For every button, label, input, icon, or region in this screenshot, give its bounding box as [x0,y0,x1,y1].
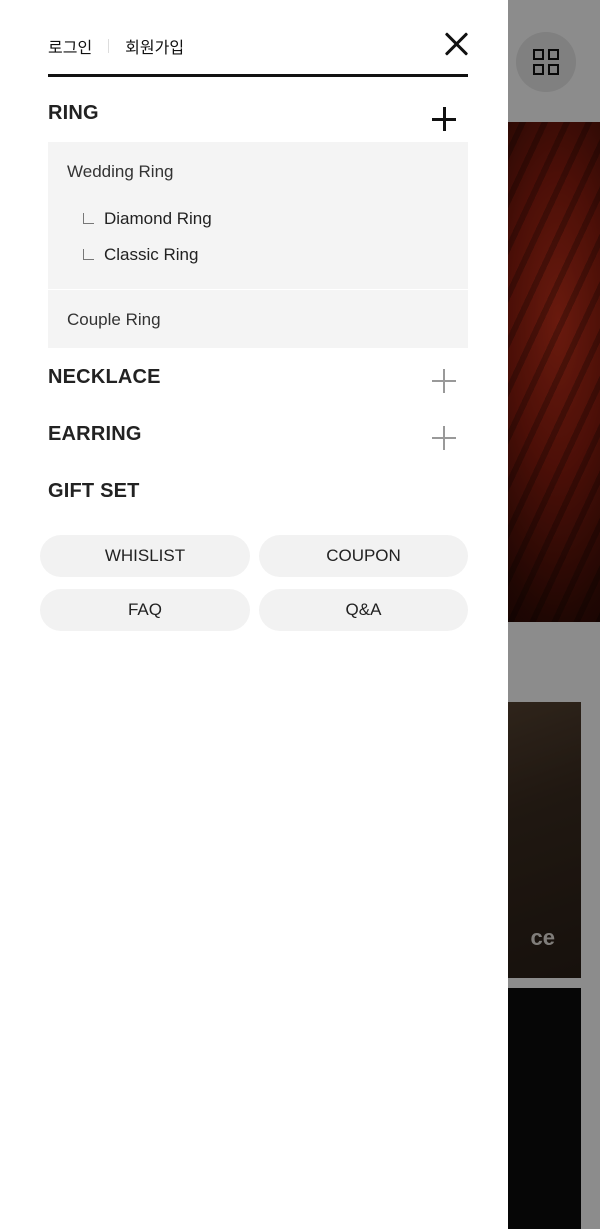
login-link[interactable]: 로그인 [48,34,92,58]
coupon-button[interactable]: COUPON [259,535,468,577]
child-label: Classic Ring [104,245,199,264]
menu-necklace-label: NECKLACE [48,366,161,388]
signup-link[interactable]: 회원가입 [125,34,184,58]
submenu-couple-ring: Couple Ring [48,290,468,348]
menu-earring-label: EARRING [48,423,142,445]
submenu-item-wedding-ring[interactable]: Wedding Ring [67,162,173,182]
qna-button[interactable]: Q&A [259,589,468,631]
menu-giftset-label: GIFT SET [48,480,140,502]
header-divider [48,74,468,77]
auth-links: 로그인 회원가입 [48,34,184,58]
menu-ring[interactable]: RING [48,102,468,142]
plus-icon[interactable] [432,369,456,393]
divider [108,39,110,53]
side-drawer: 로그인 회원가입 RING Wedding Ring Diamond Ring … [0,0,508,1229]
menu-necklace[interactable]: NECKLACE [48,366,468,406]
wishlist-button[interactable]: WHISLIST [40,535,250,577]
submenu-wedding-ring: Wedding Ring Diamond Ring Classic Ring [48,142,468,289]
corner-l-icon [83,248,94,260]
corner-l-icon [83,212,94,224]
close-icon[interactable] [443,30,471,58]
faq-button[interactable]: FAQ [40,589,250,631]
menu-ring-label: RING [48,102,99,124]
submenu-item-couple-ring[interactable]: Couple Ring [67,310,161,330]
menu-earring[interactable]: EARRING [48,423,468,463]
submenu-child-classic-ring[interactable]: Classic Ring [83,245,198,265]
plus-icon[interactable] [432,107,456,131]
child-label: Diamond Ring [104,209,212,228]
plus-icon[interactable] [432,426,456,450]
menu-giftset[interactable]: GIFT SET [48,480,468,520]
submenu-child-diamond-ring[interactable]: Diamond Ring [83,209,212,229]
